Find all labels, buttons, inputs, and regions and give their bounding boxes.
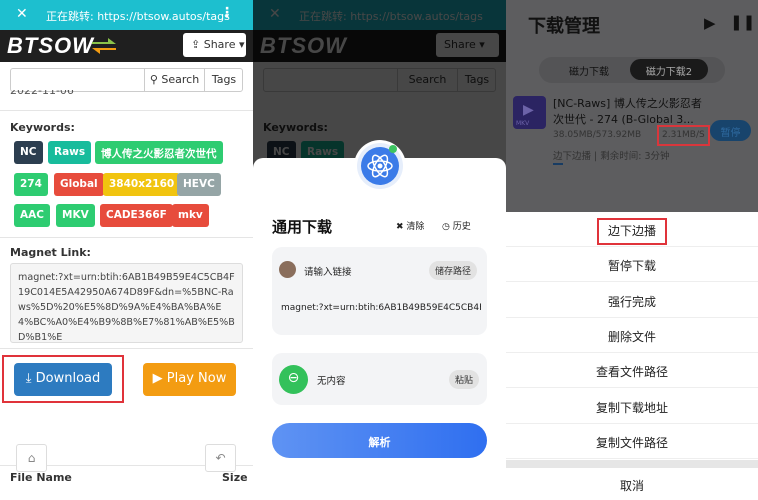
tag-10[interactable]: mkv (172, 204, 209, 227)
share-label: Share ▾ (203, 38, 245, 51)
menu-item[interactable]: 删除文件 (506, 318, 758, 353)
search-input[interactable] (11, 69, 141, 91)
back-icon: ↶ (215, 451, 226, 465)
search-bar: ⚲ Search Tags (10, 68, 243, 92)
tag-6[interactable]: HEVC (177, 173, 221, 196)
share-button[interactable]: ⇪ Share ▾ (183, 33, 246, 57)
tag-2[interactable]: 博人传之火影忍者次世代 (95, 141, 223, 164)
clipboard-card: ⊖ 无内容 粘贴 (272, 353, 487, 405)
download-manager-screen: 下载管理 ▶ ❚❚ 磁力下载 磁力下载2 ▶ MKV [NC-Raws] 博人传… (506, 0, 758, 500)
page-title: 下载管理 (528, 16, 600, 37)
tags-button[interactable]: Tags (204, 69, 243, 91)
clear-icon: ✖ (396, 222, 404, 232)
menu-item[interactable]: 强行完成 (506, 283, 758, 318)
tag-1[interactable]: Raws (48, 141, 92, 164)
tag-3[interactable]: 274 (14, 173, 48, 196)
divider (0, 110, 253, 111)
divider (0, 237, 253, 238)
download-dialog-screen: ✕ 正在跳转: https://btsow.autos/tags BTSOW S… (253, 0, 506, 500)
play-label: Play Now (166, 371, 227, 386)
site-logo[interactable]: BTSOW (7, 33, 94, 59)
date-text: 2022-11-06 (10, 90, 74, 97)
menu-separator (506, 460, 758, 468)
menu-item[interactable]: 复制文件路径 (506, 424, 758, 459)
divider (0, 348, 253, 349)
tab-bar: 磁力下载 磁力下载2 (539, 57, 725, 83)
download-speed: 2.31MB/S (657, 125, 710, 146)
highlight-box (2, 355, 124, 403)
progress-bar (553, 163, 563, 165)
play-icon: ▶ (152, 371, 163, 386)
history-label: 历史 (452, 222, 471, 232)
redirect-url: 正在跳转: https://btsow.autos/tags (46, 10, 230, 23)
search-label: Search (161, 73, 200, 86)
clipboard-text: 无内容 (317, 376, 346, 387)
back-button[interactable]: ↶ (205, 444, 236, 472)
dimmed-content[interactable]: 下载管理 ▶ ❚❚ 磁力下载 磁力下载2 ▶ MKV [NC-Raws] 博人传… (506, 0, 758, 212)
thumb-label: MKV (516, 120, 530, 127)
highlight-box (597, 218, 667, 245)
clear-button[interactable]: ✖ 清除 (396, 219, 424, 232)
download-status: 边下边播 | 剩余时间: 3分钟 (553, 151, 670, 162)
tag-0[interactable]: NC (14, 141, 43, 164)
pause-button[interactable]: 暂停 (710, 120, 751, 141)
play-now-button[interactable]: ▶ Play Now (143, 363, 236, 396)
clear-label: 清除 (406, 222, 425, 232)
menu-item[interactable]: 查看文件路径 (506, 353, 758, 389)
magnet-preview: magnet:?xt=urn:btih:6AB1B49B59E4C5CB4F (281, 303, 481, 313)
browser-topbar: ✕ 正在跳转: https://btsow.autos/tags ⋮ (0, 0, 253, 30)
cancel-button[interactable]: 取消 (506, 468, 758, 500)
menu-item[interactable]: 暂停下载 (506, 247, 758, 283)
size-header: Size (222, 471, 248, 484)
search-icon: ⚲ (149, 73, 158, 86)
clock-icon: ◷ (442, 222, 450, 232)
tab-magnet-1[interactable]: 磁力下载 (569, 63, 609, 78)
link-input-card: 请输入链接 储存路径 magnet:?xt=urn:btih:6AB1B49B5… (272, 247, 487, 335)
status-dot (389, 145, 397, 153)
btsow-page: ✕ 正在跳转: https://btsow.autos/tags ⋮ BTSOW… (0, 0, 253, 500)
menu-item[interactable]: 复制下载地址 (506, 389, 758, 424)
tag-4[interactable]: Global (54, 173, 104, 196)
more-icon[interactable]: ⋮ (220, 5, 234, 21)
link-icon: ⊖ (279, 365, 308, 394)
avatar (279, 261, 296, 278)
pause-all-icon[interactable]: ❚❚ (730, 13, 755, 31)
parse-button[interactable]: 解析 (272, 423, 487, 458)
site-header: BTSOW ⇪ Share ▾ (0, 30, 253, 62)
mkv-thumbnail: ▶ MKV (513, 96, 546, 129)
play-icon: ▶ (523, 102, 534, 118)
link-input[interactable]: 请输入链接 (304, 264, 352, 278)
close-icon[interactable]: ✕ (16, 6, 28, 22)
tag-8[interactable]: MKV (56, 204, 95, 227)
paste-button[interactable]: 粘贴 (449, 370, 480, 389)
file-name-header: File Name (10, 471, 72, 484)
save-path-button[interactable]: 储存路径 (429, 261, 478, 280)
magnet-label: Magnet Link: (10, 246, 91, 259)
tab-magnet-2[interactable]: 磁力下载2 (630, 59, 708, 80)
start-all-icon[interactable]: ▶ (704, 14, 716, 32)
keywords-label: Keywords: (10, 121, 75, 134)
arrows-logo-icon (92, 38, 116, 54)
home-button[interactable]: ⌂ (16, 444, 47, 472)
home-icon: ⌂ (27, 451, 36, 465)
tag-9[interactable]: CADE366F (100, 204, 173, 227)
download-title: [NC-Raws] 博人传之火影忍者次世代 - 274 (B-Global 3.… (553, 97, 702, 126)
download-size: 38.05MB/573.92MB (553, 130, 642, 140)
search-button[interactable]: ⚲ Search (144, 69, 204, 91)
history-button[interactable]: ◷ 历史 (442, 219, 471, 232)
magnet-textarea[interactable]: magnet:?xt=urn:btih:6AB1B49B59E4C5CB4F19… (10, 263, 243, 343)
tag-7[interactable]: AAC (14, 204, 50, 227)
tag-5[interactable]: 3840x2160 (103, 173, 181, 196)
dialog-title: 通用下载 (272, 218, 333, 236)
